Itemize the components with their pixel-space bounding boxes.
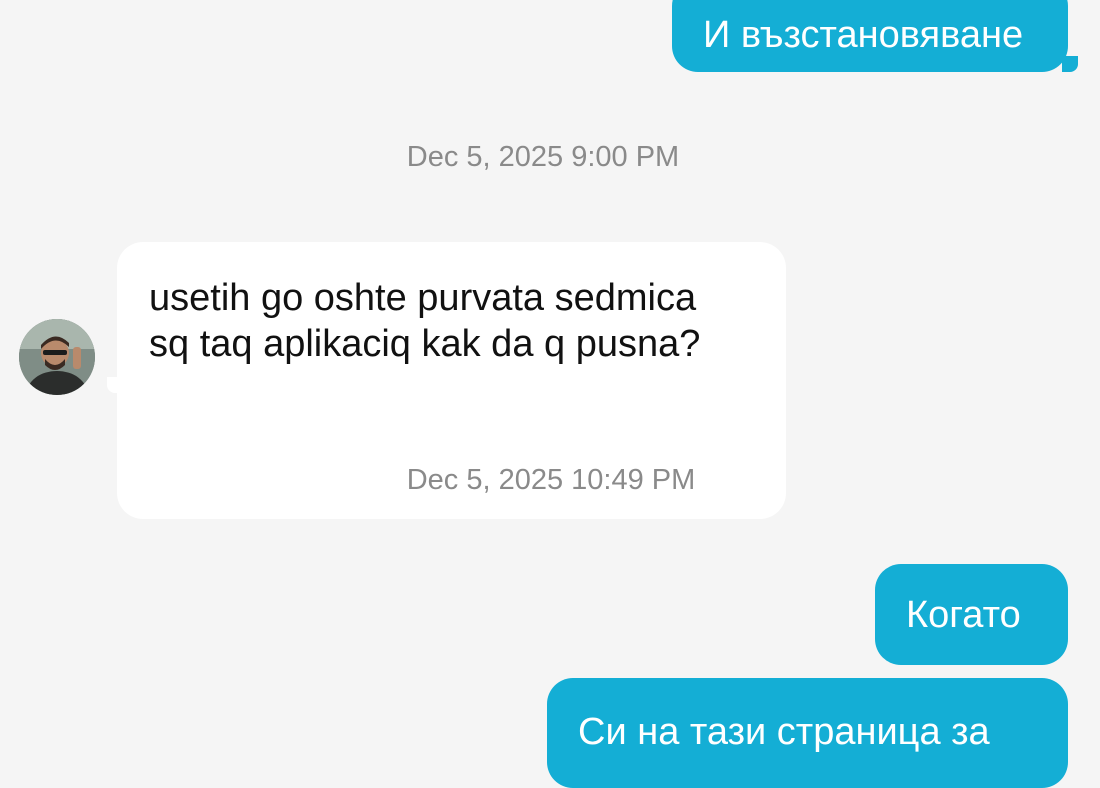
- contact-avatar[interactable]: [19, 319, 95, 395]
- outgoing-message-bubble[interactable]: Си на тази страница за: [547, 678, 1068, 788]
- bubble-tail: [1062, 56, 1078, 72]
- message-text: Когато: [906, 593, 1021, 636]
- outgoing-message-bubble[interactable]: И възстановяване: [672, 0, 1068, 72]
- timestamp: Dec 5, 2025 9:00 PM: [406, 141, 680, 173]
- bubble-tail: [107, 377, 123, 393]
- avatar-photo-icon: [19, 319, 95, 395]
- outgoing-message-bubble[interactable]: Когато: [875, 564, 1068, 665]
- incoming-message-text-wrap: usetih go oshte purvata sedmica sq taq a…: [117, 242, 786, 392]
- message-text-line: sq taq aplikaciq kak da q pusna?: [149, 323, 701, 365]
- timestamp: Dec 5, 2025 10:49 PM: [406, 464, 696, 496]
- message-text-line: usetih go oshte purvata sedmica: [149, 277, 697, 319]
- message-text: Си на тази страница за: [578, 711, 990, 753]
- message-text: И възстановяване: [703, 14, 1024, 56]
